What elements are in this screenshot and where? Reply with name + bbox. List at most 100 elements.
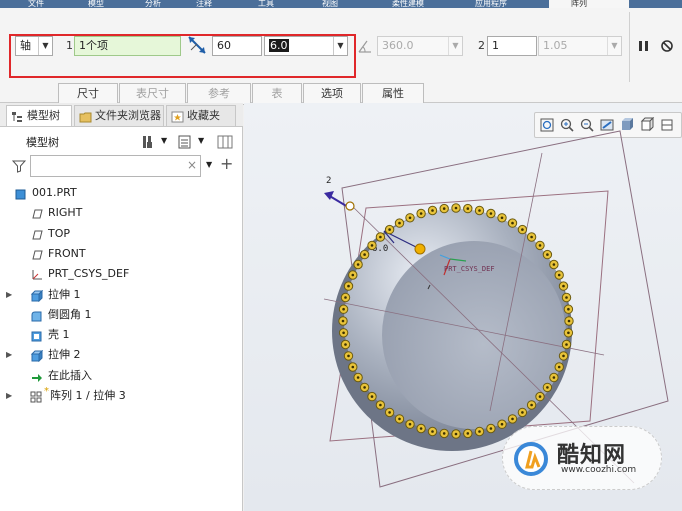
pattern-member-center bbox=[363, 253, 366, 256]
filter-icon[interactable] bbox=[11, 159, 27, 173]
pattern-member-center bbox=[379, 235, 382, 239]
pattern-member-center bbox=[344, 296, 347, 299]
datum-plane-icon bbox=[30, 207, 43, 219]
tab-properties[interactable]: 属性 bbox=[362, 83, 424, 105]
pattern-member-center bbox=[342, 331, 345, 335]
tab-model-tree-label: 模型树 bbox=[27, 109, 60, 122]
tab-pattern[interactable]: 阵列 bbox=[549, 0, 629, 8]
csys-label: PRT_CSYS_DEF bbox=[444, 265, 495, 273]
pattern-member-center bbox=[356, 376, 360, 379]
tree-columns-icon[interactable] bbox=[217, 134, 233, 150]
angular-extent-field[interactable]: 360.0 ▼ bbox=[377, 36, 463, 56]
tree-search-input[interactable] bbox=[30, 155, 201, 177]
tab-folder-browser-label: 文件夹浏览器 bbox=[95, 109, 161, 122]
pattern-member-center bbox=[442, 432, 446, 435]
dir2-count-field[interactable]: 1 bbox=[487, 36, 537, 56]
pattern-member-center bbox=[454, 432, 458, 436]
angular-extent-icon[interactable] bbox=[357, 38, 373, 54]
tree-item[interactable]: ▶ 拉伸 1 bbox=[0, 285, 236, 305]
watermark: 酷知网 www.coozhi.com bbox=[502, 426, 662, 490]
show-options-icon[interactable] bbox=[178, 134, 192, 150]
pattern-member-center bbox=[388, 411, 391, 414]
pattern-member-center bbox=[552, 376, 556, 379]
tab-references[interactable]: 参考 bbox=[187, 83, 251, 105]
model-tree-icon bbox=[11, 110, 24, 122]
tab-table[interactable]: 表 bbox=[252, 83, 302, 105]
tab-view[interactable]: 视图 bbox=[322, 0, 362, 8]
tab-table-dimensions[interactable]: 表尺寸 bbox=[119, 83, 186, 105]
tree-item-label: 001.PRT bbox=[32, 186, 77, 199]
tab-options[interactable]: 选项 bbox=[303, 83, 361, 105]
chevron-down-icon[interactable]: ▼ bbox=[161, 136, 167, 145]
tab-analysis[interactable]: 分析 bbox=[145, 0, 185, 8]
tab-folder-browser[interactable]: 文件夹浏览器 bbox=[74, 105, 164, 126]
part-icon bbox=[14, 187, 27, 200]
pause-icon[interactable] bbox=[637, 39, 651, 53]
cancel-icon[interactable] bbox=[660, 39, 674, 53]
tab-applications[interactable]: 应用程序 bbox=[475, 0, 535, 8]
tree-item[interactable]: 壳 1 bbox=[0, 325, 236, 345]
dir2-count-value: 1 bbox=[492, 39, 499, 52]
pattern-member-center bbox=[442, 207, 446, 210]
coozhi-logo-icon bbox=[514, 442, 548, 476]
graphics-window[interactable]: 2 6.0 PRT_CSYS_DEF 酷知网 www.coozhi.com bbox=[244, 103, 682, 511]
tree-item-label: 拉伸 1 bbox=[48, 287, 81, 301]
tree-item[interactable]: TOP bbox=[0, 224, 236, 244]
tree-item[interactable]: 倒圆角 1 bbox=[0, 305, 236, 325]
drag-handle[interactable] bbox=[414, 243, 426, 255]
tree-item[interactable]: ▶ 拉伸 2 bbox=[0, 345, 236, 365]
pattern-member-center bbox=[530, 235, 533, 239]
tab-tools[interactable]: 工具 bbox=[258, 0, 298, 8]
pattern-member-center bbox=[565, 343, 568, 346]
dimension-label[interactable]: 2 bbox=[326, 176, 331, 186]
tree-item-label: 倒圆角 1 bbox=[48, 307, 92, 321]
ribbon-tabs: 文件 模型 分析 注释 工具 视图 柔性建模 应用程序 阵列 bbox=[0, 0, 682, 8]
pattern-member-center bbox=[500, 422, 504, 426]
watermark-url: www.coozhi.com bbox=[561, 465, 637, 475]
pattern-member-center bbox=[562, 354, 565, 358]
tab-model-tree[interactable]: 模型树 bbox=[6, 105, 72, 126]
tab-dimensions[interactable]: 尺寸 bbox=[58, 83, 118, 105]
tree-item[interactable]: RIGHT bbox=[0, 203, 236, 223]
tree-item-label: 在此插入 bbox=[48, 368, 92, 382]
pattern-member-center bbox=[341, 319, 345, 323]
tab-file[interactable]: 文件 bbox=[28, 0, 68, 8]
dir2-increment-field[interactable]: 1.05 ▼ bbox=[538, 36, 622, 56]
chevron-down-icon[interactable]: ▼ bbox=[206, 160, 212, 169]
tab-flexible-modeling[interactable]: 柔性建模 bbox=[392, 0, 452, 8]
round-icon bbox=[30, 309, 43, 322]
pattern-member-center bbox=[521, 228, 524, 231]
tab-model[interactable]: 模型 bbox=[88, 0, 128, 8]
pattern-member-center bbox=[538, 395, 542, 398]
pattern-member-center bbox=[370, 244, 374, 247]
divider bbox=[629, 12, 630, 82]
pattern-leader[interactable] bbox=[345, 201, 355, 211]
csys-icon bbox=[30, 268, 43, 280]
tree-item[interactable]: PRT_CSYS_DEF bbox=[0, 264, 236, 284]
expand-arrow-icon[interactable]: ▶ bbox=[6, 345, 12, 365]
chevron-down-icon[interactable]: ▼ bbox=[607, 37, 621, 55]
tree-item[interactable]: ▶ * 阵列 1 / 拉伸 3 bbox=[0, 386, 236, 406]
pattern-member-center bbox=[546, 386, 549, 389]
tree-item[interactable]: FRONT bbox=[0, 244, 236, 264]
pattern-member-center bbox=[344, 343, 347, 346]
tree-item[interactable]: 在此插入 bbox=[0, 366, 236, 386]
pattern-member-center bbox=[347, 284, 350, 288]
pattern-member-center bbox=[466, 432, 470, 435]
tree-item-label: 拉伸 2 bbox=[48, 348, 81, 362]
add-filter-icon[interactable]: + bbox=[220, 154, 233, 173]
tab-annotate[interactable]: 注释 bbox=[196, 0, 236, 8]
dir2-index-label: 2 bbox=[478, 39, 485, 52]
pattern-member-center bbox=[552, 263, 556, 266]
pattern-member-center bbox=[500, 216, 504, 220]
tree-item[interactable]: 001.PRT bbox=[0, 183, 236, 203]
settings-tools-icon[interactable] bbox=[141, 134, 155, 150]
pattern-star-icon: * bbox=[44, 386, 49, 397]
expand-arrow-icon[interactable]: ▶ bbox=[6, 386, 12, 406]
chevron-down-icon[interactable]: ▼ bbox=[198, 136, 204, 145]
chevron-down-icon[interactable]: ▼ bbox=[448, 37, 462, 55]
expand-arrow-icon[interactable]: ▶ bbox=[6, 285, 12, 305]
pattern-member-center bbox=[370, 395, 374, 398]
clear-icon[interactable]: × bbox=[187, 158, 197, 172]
tab-favorites[interactable]: 收藏夹 bbox=[166, 105, 236, 126]
